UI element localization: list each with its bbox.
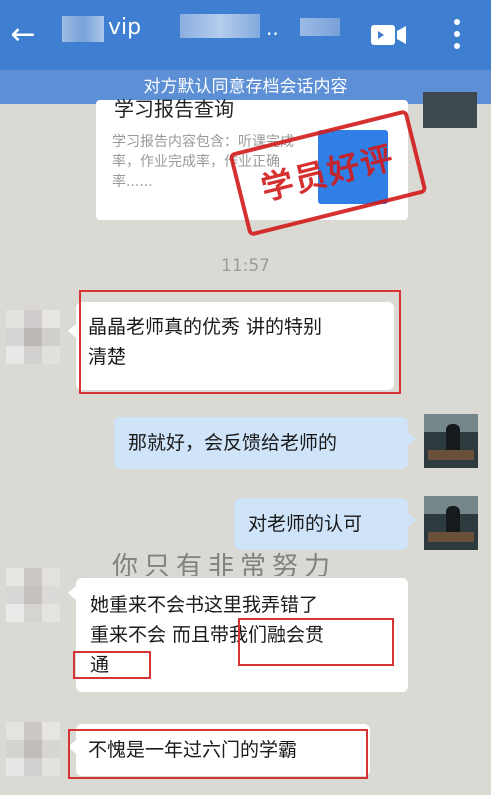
highlight-box [238,618,394,666]
back-arrow-icon[interactable]: ← [6,18,40,52]
chat-title: vip [108,15,142,40]
highlight-box [73,651,151,679]
message-text: 对老师的认可 [248,513,363,535]
message-bubble[interactable]: 对老师的认可 [234,498,408,550]
timestamp: 11:57 [221,256,270,276]
chat-title-tail: .. [266,16,279,40]
bubble-tail [408,513,416,527]
highlight-box [68,729,368,779]
highlight-box [79,290,401,394]
more-vertical-icon[interactable] [448,16,466,52]
avatar[interactable] [423,92,477,128]
video-call-icon[interactable] [370,22,408,48]
bubble-tail [408,432,416,446]
blurred-avatar[interactable] [6,310,60,364]
chat-header: ← vip .. [0,0,491,70]
blurred-title-suffix [300,18,340,36]
handwriting-background: 你只有非常努力 [112,552,337,576]
message-bubble[interactable]: 那就好，会反馈给老师的 [114,417,408,469]
avatar[interactable] [424,496,478,550]
blurred-avatar[interactable] [6,568,60,622]
message-text-line: 她重来不会书这里我弄错了 [90,594,319,616]
blurred-avatar[interactable] [6,722,60,776]
bubble-tail [68,324,76,338]
blurred-contact-avatar [62,16,104,42]
message-text: 那就好，会反馈给老师的 [128,432,338,454]
archive-notice-banner: 对方默认同意存档会话内容 [0,70,491,104]
blurred-title-text [180,14,260,38]
bubble-tail [68,586,76,600]
card-title: 学习报告查询 [114,97,234,121]
avatar[interactable] [424,414,478,468]
